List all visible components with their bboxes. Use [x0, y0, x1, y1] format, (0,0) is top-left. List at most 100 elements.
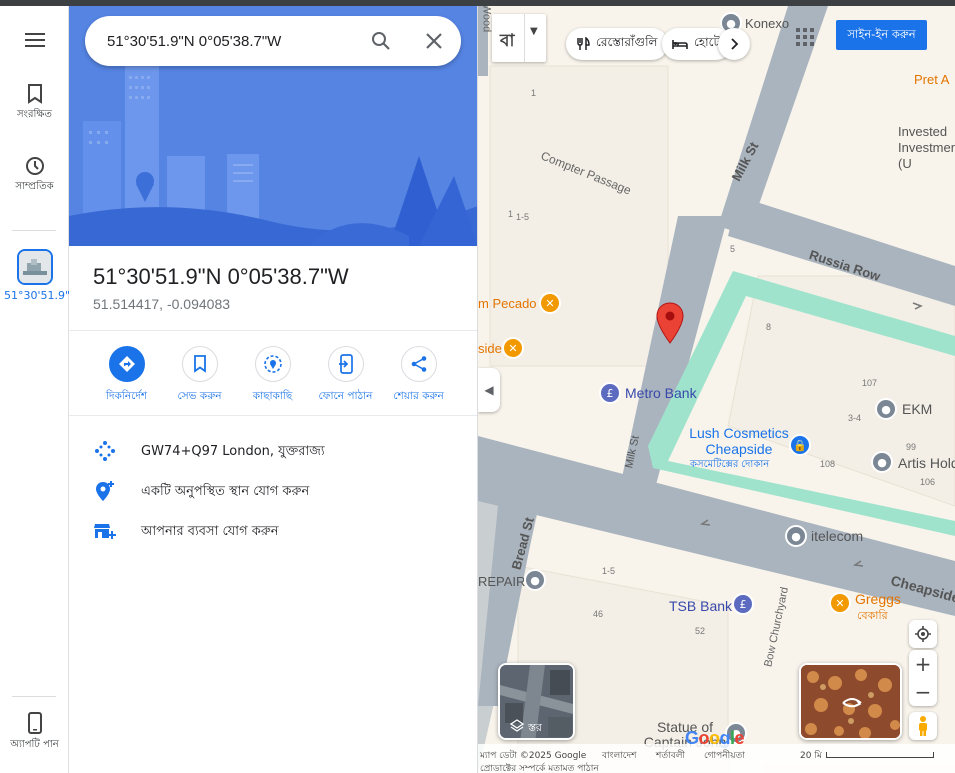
building-number: 108 [820, 459, 836, 469]
place-hero-illustration [69, 6, 477, 246]
building-number: 107 [862, 378, 878, 388]
poi-sublabel: কসমেটিক্সের দোকান [690, 459, 770, 470]
bank-pin-icon[interactable]: £ [599, 382, 621, 404]
my-location-button[interactable] [909, 620, 937, 648]
share-label: শেয়ার করুন [393, 390, 444, 402]
divider [69, 415, 477, 416]
place-title: 51°30'51.9"N 0°05'38.7"W [93, 264, 349, 289]
poi-label: Invested Investment (U [898, 124, 955, 171]
saved-button[interactable]: সংরক্ষিত [0, 84, 69, 121]
poi-label: Konexo [745, 16, 790, 31]
recent-place-thumbnail [16, 249, 53, 285]
dropped-pin-icon[interactable] [656, 302, 684, 344]
history-icon [25, 157, 44, 175]
share-button[interactable]: শেয়ার করুন [382, 346, 455, 406]
collapse-panel-button[interactable]: ◀ [478, 368, 500, 412]
poi-label: m Pecado [478, 296, 537, 311]
ekm-pin-icon[interactable]: ● [875, 398, 897, 420]
restaurant-icon [577, 37, 590, 50]
bakery-pin-icon[interactable]: ✕ [829, 592, 851, 614]
place-panel: 51°30'51.9"N 0°05'38.7"W 51.514417, -0.0… [69, 6, 478, 773]
left-rail: সংরক্ষিত সাম্প্রতিক 51°30'51.9"N… অ্যাপট… [0, 6, 90, 773]
add-business-text: আপনার ব্যবসা যোগ করুন [141, 524, 279, 539]
chevron-right-icon [731, 38, 739, 50]
send-to-phone-button[interactable]: ফোনে পাঠান [309, 346, 382, 406]
search-button[interactable] [369, 29, 393, 53]
building-number: 3-4 [848, 413, 862, 423]
add-business-row[interactable]: আপনার ব্যবসা যোগ করুন [69, 511, 477, 551]
nearby-button[interactable]: কাছাকাছি [236, 346, 309, 406]
pegman-button[interactable] [909, 712, 937, 740]
search-icon [372, 32, 390, 50]
zoom-out-button[interactable]: − [909, 678, 937, 706]
send-to-phone-label: ফোনে পাঠান [318, 390, 373, 402]
chevron-left-icon: ◀ [484, 383, 494, 397]
repair-pin-icon[interactable]: ● [524, 569, 546, 591]
map-footer: ম্যাপ ডেটা ©2025 Google বাংলাদেশ শর্তাবল… [478, 744, 955, 773]
scale-bar [826, 752, 934, 758]
poi-label: itelecom [811, 528, 864, 544]
share-icon [411, 356, 426, 372]
restaurant-pin-icon[interactable]: ✕ [539, 292, 561, 314]
building-number: 1-5 [516, 212, 530, 222]
street-view-preview[interactable] [799, 663, 902, 740]
building-number: 106 [920, 477, 936, 487]
poi-label: Artis Hold [898, 455, 955, 471]
search-box [85, 16, 461, 66]
poi-label: Greggs [855, 591, 901, 607]
menu-button[interactable] [0, 32, 69, 48]
phone-icon [27, 712, 42, 734]
search-input[interactable] [107, 30, 357, 52]
country-link[interactable]: বাংলাদেশ [602, 748, 636, 763]
layers-label: স্তর [528, 721, 542, 734]
chevron-down-icon: ▼ [530, 26, 538, 37]
add-missing-place-row[interactable]: একটি অনুপস্থিত স্থান যোগ করুন [69, 471, 477, 511]
saved-label: সংরক্ষিত [17, 109, 52, 120]
poi-label: Lush Cosmetics Cheapside [689, 425, 789, 457]
recent-button[interactable]: সাম্প্রতিক [0, 156, 69, 193]
street-label: Wood [480, 6, 493, 33]
restaurant-pin-icon[interactable]: ✕ [502, 337, 524, 359]
artis-pin-icon[interactable]: ● [871, 451, 893, 473]
clear-search-button[interactable] [422, 29, 446, 53]
rail-divider-bottom [12, 696, 56, 697]
close-icon [426, 33, 442, 49]
chips-scroll-right-button[interactable] [718, 28, 750, 60]
place-decimal-coordinates: 51.514417, -0.094083 [93, 296, 231, 312]
poi-sublabel: বেকারি [857, 610, 888, 622]
recent-place-item[interactable]: 51°30'51.9"N… [0, 249, 90, 302]
get-app-label: অ্যাপটি পান [10, 739, 59, 750]
zoom-controls: + − [909, 650, 937, 706]
feedback-link[interactable]: প্রোডাক্টের সম্পর্কে মতামত পাঠান [480, 761, 599, 773]
language-label: বা [500, 31, 515, 51]
shopping-pin-icon[interactable]: 🔒 [789, 434, 811, 456]
itelecom-pin-icon[interactable]: ● [785, 525, 807, 547]
recent-place-label: 51°30'51.9"N… [4, 289, 90, 302]
zoom-in-button[interactable]: + [909, 650, 937, 678]
get-app-button[interactable]: অ্যাপটি পান [0, 712, 69, 751]
plus-code-icon [95, 441, 115, 461]
minus-icon: − [914, 680, 932, 704]
recent-label: সাম্প্রতিক [15, 181, 54, 192]
plus-code-text: GW74+Q97 London, যুক্তরাজ্য [141, 444, 325, 459]
save-label: সেভ করুন [177, 390, 222, 402]
save-button[interactable]: সেভ করুন [163, 346, 236, 406]
language-toggle-button[interactable]: বা ▼ [492, 14, 546, 62]
pegman-icon [919, 716, 927, 736]
poi-label: Pret A [914, 72, 950, 87]
layers-button[interactable]: স্তর [498, 663, 575, 740]
building-number: 1 [531, 88, 537, 98]
apps-grid-icon [796, 28, 814, 46]
poi-label: TSB Bank [669, 598, 733, 614]
plus-code-row[interactable]: GW74+Q97 London, যুক্তরাজ্য [69, 431, 477, 471]
bank-pin-icon[interactable]: £ [732, 593, 754, 615]
terms-link[interactable]: শর্তাবলী [656, 748, 685, 763]
google-apps-button[interactable] [794, 26, 816, 48]
sign-in-button[interactable]: সাইন-ইন করুন [836, 20, 927, 50]
directions-button[interactable]: দিকনির্দেশ [90, 346, 163, 406]
privacy-link[interactable]: গোপনীয়তা [704, 748, 745, 763]
nearby-label: কাছাকাছি [252, 390, 293, 402]
chip-restaurants[interactable]: রেস্তোরাঁগুলি [566, 28, 668, 60]
map-view[interactable]: Milk St Russia Row Compter Passage Bread… [478, 6, 955, 773]
rail-divider [12, 230, 56, 231]
